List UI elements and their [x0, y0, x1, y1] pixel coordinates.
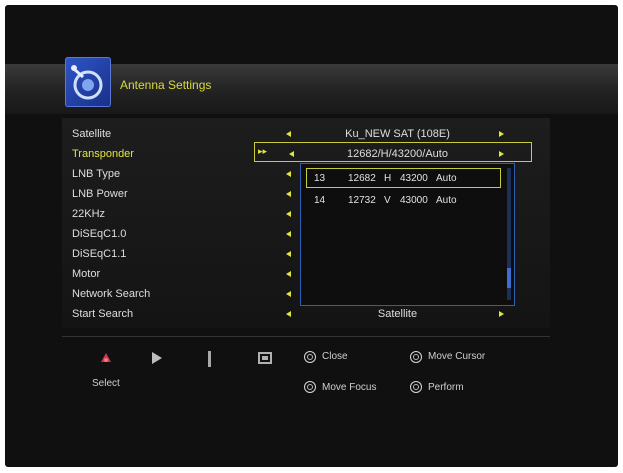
arrow-key-icon: [410, 351, 422, 363]
tp-13-freq[interactable]: 12682: [348, 173, 376, 185]
arrow-left-icon[interactable]: [286, 291, 291, 297]
tp-13-pol[interactable]: H: [384, 173, 391, 185]
setting-label-diseqc10[interactable]: DiSEqC1.0: [72, 227, 182, 241]
setting-label-satellite[interactable]: Satellite: [72, 127, 182, 141]
exit-key-icon: [304, 351, 316, 363]
info-key-icon: [208, 351, 211, 367]
arrow-left-icon[interactable]: [286, 131, 291, 137]
satellite-value: Ku_NEW SAT (108E): [345, 128, 450, 140]
tp-13-sym[interactable]: 43200: [400, 173, 428, 185]
close-hint: Close: [322, 351, 348, 362]
move-focus-hint: Move Focus: [322, 382, 377, 393]
arrow-left-icon[interactable]: [286, 231, 291, 237]
arrow-left-icon[interactable]: [286, 271, 291, 277]
arrow-right-icon[interactable]: [499, 311, 504, 317]
tp-14-freq[interactable]: 12732: [348, 195, 376, 207]
tp-13-mode[interactable]: Auto: [436, 173, 457, 185]
arrow-left-icon[interactable]: [286, 311, 291, 317]
tp-14-num[interactable]: 14: [314, 195, 325, 207]
move-cursor-hint: Move Cursor: [428, 351, 486, 362]
play-key-icon: [152, 352, 162, 364]
select-label: Select: [92, 378, 120, 389]
list-key-icon: [258, 352, 272, 364]
arrow-right-icon[interactable]: [499, 131, 504, 137]
red-key-icon: [101, 353, 111, 362]
setting-label-start-search[interactable]: Start Search: [72, 307, 182, 321]
perform-hint: Perform: [428, 382, 464, 393]
ok-key-icon: [410, 381, 422, 393]
antenna-settings-icon: [65, 57, 111, 107]
setting-label-diseqc11[interactable]: DiSEqC1.1: [72, 247, 182, 261]
scrollbar-thumb[interactable]: [507, 268, 511, 288]
tp-14-pol[interactable]: V: [384, 195, 391, 207]
page-title: Antenna Settings: [120, 78, 212, 92]
setting-label-motor[interactable]: Motor: [72, 267, 182, 281]
setting-label-lnb-power[interactable]: LNB Power: [72, 187, 182, 201]
setting-label-transponder[interactable]: Transponder: [72, 147, 182, 161]
tp-14-mode[interactable]: Auto: [436, 195, 457, 207]
focus-key-icon: [304, 381, 316, 393]
start-search-value: Satellite: [377, 308, 418, 320]
setting-label-lnb-type[interactable]: LNB Type: [72, 167, 182, 181]
arrow-left-icon[interactable]: [286, 251, 291, 257]
arrow-left-icon[interactable]: [286, 211, 291, 217]
tp-14-sym[interactable]: 43000: [400, 195, 428, 207]
tp-13-num[interactable]: 13: [314, 173, 325, 185]
footer-divider: [62, 336, 550, 337]
setting-label-22khz[interactable]: 22KHz: [72, 207, 182, 221]
arrow-left-icon[interactable]: [286, 191, 291, 197]
setting-label-network-search[interactable]: Network Search: [72, 287, 182, 301]
transponder-value: 12682/H/43200/Auto: [347, 148, 448, 160]
skip-indicator: ▸▸: [258, 146, 268, 156]
arrow-left-icon[interactable]: [286, 171, 291, 177]
